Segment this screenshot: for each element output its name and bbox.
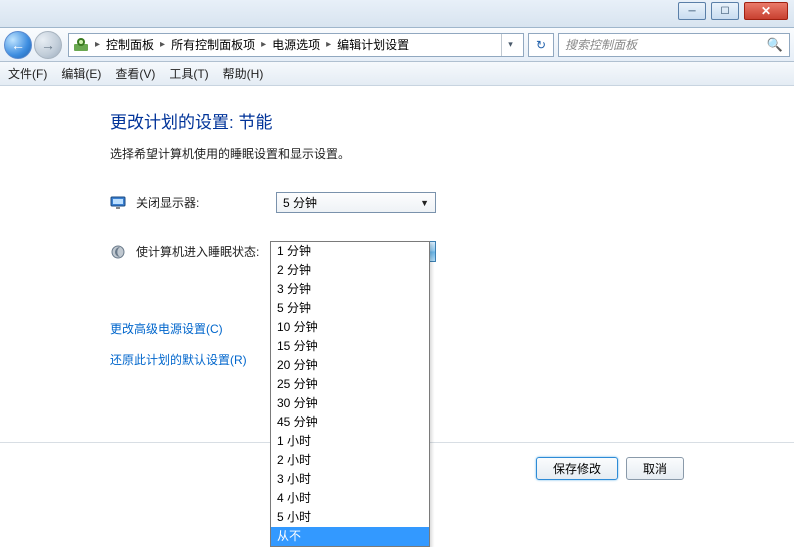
menu-edit[interactable]: 编辑(E) — [61, 65, 101, 82]
window-controls: ─ ☐ ✕ — [678, 2, 788, 20]
forward-button[interactable]: → — [34, 31, 62, 59]
search-placeholder: 搜索控制面板 — [565, 36, 637, 53]
search-input[interactable]: 搜索控制面板 🔍 — [558, 33, 790, 57]
chevron-right-icon: ▸ — [326, 39, 331, 50]
dropdown-option[interactable]: 25 分钟 — [271, 375, 429, 394]
monitor-icon — [110, 195, 126, 211]
dropdown-option[interactable]: 30 分钟 — [271, 394, 429, 413]
address-breadcrumb[interactable]: ▸ 控制面板 ▸ 所有控制面板项 ▸ 电源选项 ▸ 编辑计划设置 ▾ — [68, 33, 524, 57]
chevron-right-icon: ▸ — [160, 39, 165, 50]
display-off-value: 5 分钟 — [283, 194, 317, 211]
display-off-dropdown[interactable]: 5 分钟 ▼ — [276, 192, 436, 213]
dropdown-option[interactable]: 20 分钟 — [271, 356, 429, 375]
address-dropdown-button[interactable]: ▾ — [501, 34, 519, 56]
menu-bar: 文件(F) 编辑(E) 查看(V) 工具(T) 帮助(H) — [0, 62, 794, 86]
setting-row-display: 关闭显示器: 5 分钟 ▼ — [110, 192, 794, 213]
menu-help[interactable]: 帮助(H) — [223, 65, 264, 82]
dropdown-option[interactable]: 3 小时 — [271, 470, 429, 489]
dropdown-option[interactable]: 从不 — [271, 527, 429, 546]
page-description: 选择希望计算机使用的睡眠设置和显示设置。 — [110, 145, 794, 162]
minimize-button[interactable]: ─ — [678, 2, 706, 20]
dropdown-option[interactable]: 2 分钟 — [271, 261, 429, 280]
dropdown-option[interactable]: 15 分钟 — [271, 337, 429, 356]
breadcrumb-item[interactable]: 所有控制面板项 — [171, 36, 255, 53]
dropdown-option[interactable]: 2 小时 — [271, 451, 429, 470]
dropdown-option[interactable]: 1 分钟 — [271, 242, 429, 261]
dropdown-option[interactable]: 5 分钟 — [271, 299, 429, 318]
chevron-right-icon: ▸ — [95, 39, 100, 50]
breadcrumb-item[interactable]: 控制面板 — [106, 36, 154, 53]
search-icon[interactable]: 🔍 — [767, 37, 783, 53]
dropdown-option[interactable]: 45 分钟 — [271, 413, 429, 432]
link-advanced-settings[interactable]: 更改高级电源设置(C) — [110, 320, 794, 337]
moon-icon — [110, 244, 126, 260]
dropdown-option[interactable]: 3 分钟 — [271, 280, 429, 299]
save-button[interactable]: 保存修改 — [536, 457, 618, 480]
sleep-dropdown-list[interactable]: 1 分钟2 分钟3 分钟5 分钟10 分钟15 分钟20 分钟25 分钟30 分… — [270, 241, 430, 547]
link-restore-defaults[interactable]: 还原此计划的默认设置(R) — [110, 351, 794, 368]
menu-file[interactable]: 文件(F) — [8, 65, 47, 82]
dropdown-option[interactable]: 5 小时 — [271, 508, 429, 527]
chevron-down-icon: ▼ — [420, 198, 429, 208]
dropdown-option[interactable]: 1 小时 — [271, 432, 429, 451]
menu-tools[interactable]: 工具(T) — [169, 65, 208, 82]
control-panel-icon — [73, 37, 89, 53]
chevron-right-icon: ▸ — [261, 39, 266, 50]
menu-view[interactable]: 查看(V) — [115, 65, 155, 82]
back-button[interactable]: ← — [4, 31, 32, 59]
window-titlebar: ─ ☐ ✕ — [0, 0, 794, 28]
setting-row-sleep: 使计算机进入睡眠状态: 15 分钟 ▼ — [110, 241, 794, 262]
setting-label-sleep: 使计算机进入睡眠状态: — [136, 243, 276, 260]
breadcrumb-item[interactable]: 编辑计划设置 — [337, 36, 409, 53]
dropdown-option[interactable]: 10 分钟 — [271, 318, 429, 337]
close-button[interactable]: ✕ — [744, 2, 788, 20]
page-title: 更改计划的设置: 节能 — [110, 108, 794, 133]
navigation-bar: ← → ▸ 控制面板 ▸ 所有控制面板项 ▸ 电源选项 ▸ 编辑计划设置 ▾ ↻… — [0, 28, 794, 62]
cancel-button[interactable]: 取消 — [626, 457, 684, 480]
dropdown-option[interactable]: 4 小时 — [271, 489, 429, 508]
maximize-button[interactable]: ☐ — [711, 2, 739, 20]
refresh-button[interactable]: ↻ — [528, 33, 554, 57]
setting-label-display: 关闭显示器: — [136, 194, 276, 211]
breadcrumb-item[interactable]: 电源选项 — [272, 36, 320, 53]
